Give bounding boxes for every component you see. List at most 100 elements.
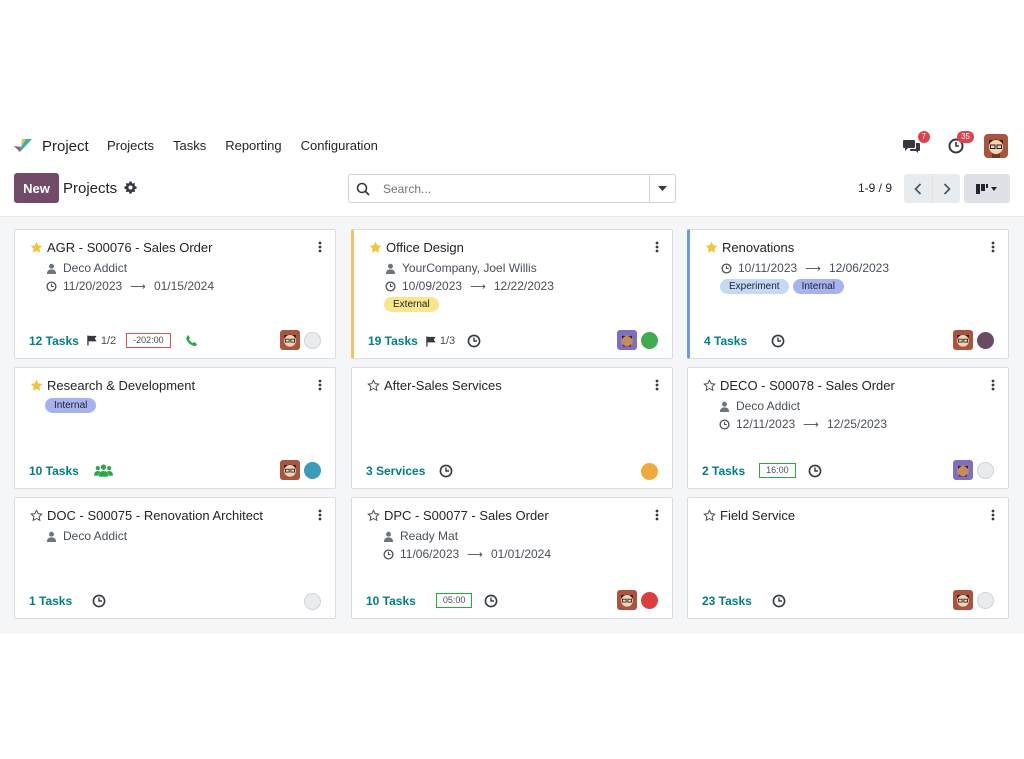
clock-icon[interactable] — [808, 464, 822, 478]
menu-projects[interactable]: Projects — [107, 138, 154, 153]
star-outline-icon[interactable] — [367, 509, 380, 522]
project-card[interactable]: AGR - S00076 - Sales Order Deco Addict 1… — [14, 229, 336, 359]
pager-previous-button[interactable] — [904, 174, 932, 203]
milestone-progress[interactable]: 1/2 — [87, 335, 116, 347]
new-button[interactable]: New — [14, 173, 59, 203]
main-navbar: Project Projects Tasks Reporting Configu… — [0, 128, 1024, 164]
status-indicator[interactable] — [304, 331, 321, 349]
star-filled-icon[interactable] — [30, 379, 43, 392]
status-indicator[interactable] — [977, 591, 994, 609]
messages-button[interactable]: 7 — [898, 131, 930, 159]
kebab-menu-icon[interactable] — [991, 509, 995, 521]
search-input[interactable] — [377, 175, 649, 202]
user-icon — [46, 263, 57, 274]
tasks-link[interactable]: 23 Tasks — [702, 594, 752, 608]
status-indicator[interactable] — [304, 461, 321, 479]
project-title: DPC - S00077 - Sales Order — [367, 508, 549, 523]
assignee-avatar[interactable] — [617, 590, 637, 610]
kanban-view-switcher[interactable] — [964, 174, 1010, 203]
menu-reporting[interactable]: Reporting — [225, 138, 281, 153]
star-outline-icon[interactable] — [703, 379, 716, 392]
status-indicator[interactable] — [977, 461, 994, 479]
star-filled-icon[interactable] — [369, 241, 382, 254]
tasks-link[interactable]: 12 Tasks — [29, 334, 79, 348]
status-indicator[interactable] — [977, 331, 994, 349]
clock-icon — [721, 262, 732, 274]
assignee-avatar[interactable] — [617, 330, 637, 350]
kebab-menu-icon[interactable] — [655, 509, 659, 521]
clock-icon[interactable] — [772, 594, 786, 608]
status-indicator[interactable] — [641, 331, 658, 349]
kanban-view: AGR - S00076 - Sales Order Deco Addict 1… — [0, 216, 1024, 634]
clock-icon[interactable] — [771, 334, 785, 348]
assignee-avatar[interactable] — [953, 330, 973, 350]
project-card[interactable]: Field Service 23 Tasks — [687, 497, 1009, 619]
project-card[interactable]: DPC - S00077 - Sales Order Ready Mat 11/… — [351, 497, 673, 619]
kebab-menu-icon[interactable] — [655, 379, 659, 391]
clock-icon — [46, 280, 57, 292]
status-indicator[interactable] — [641, 591, 658, 609]
star-outline-icon[interactable] — [367, 379, 380, 392]
phone-icon[interactable] — [185, 334, 198, 347]
kebab-menu-icon[interactable] — [991, 379, 995, 391]
card-footer: 10 Tasks — [29, 463, 113, 478]
kebab-menu-icon[interactable] — [991, 241, 995, 253]
tasks-link[interactable]: 10 Tasks — [29, 464, 79, 478]
menu-configuration[interactable]: Configuration — [301, 138, 378, 153]
tasks-link[interactable]: 2 Tasks — [702, 464, 745, 478]
kebab-menu-icon[interactable] — [318, 379, 322, 391]
star-filled-icon[interactable] — [30, 241, 43, 254]
gear-icon[interactable] — [124, 181, 137, 194]
project-card[interactable]: DECO - S00078 - Sales Order Deco Addict … — [687, 367, 1009, 489]
user-avatar[interactable] — [984, 134, 1008, 158]
project-dates: 10/11/2023 ⟶ 12/06/2023 — [721, 261, 889, 275]
clock-icon[interactable] — [484, 594, 498, 608]
app-name: Project — [42, 137, 89, 155]
star-outline-icon[interactable] — [30, 509, 43, 522]
menu-tasks[interactable]: Tasks — [173, 138, 206, 153]
tasks-link[interactable]: 3 Services — [366, 464, 425, 478]
clock-icon[interactable] — [439, 464, 453, 478]
project-card[interactable]: After-Sales Services 3 Services — [351, 367, 673, 489]
clock-icon[interactable] — [92, 594, 106, 608]
allocated-time-badge: 05:00 — [435, 593, 473, 608]
tasks-link[interactable]: 4 Tasks — [704, 334, 747, 348]
project-customer: Ready Mat — [383, 529, 458, 543]
assignee-avatar[interactable] — [280, 460, 300, 480]
project-title: After-Sales Services — [367, 378, 502, 393]
users-icon[interactable] — [93, 463, 113, 478]
top-menu: Projects Tasks Reporting Configuration — [107, 138, 397, 153]
project-card[interactable]: DOC - S00075 - Renovation Architect Deco… — [14, 497, 336, 619]
search-options-toggle[interactable] — [649, 175, 675, 202]
project-dates: 10/09/2023 ⟶ 12/22/2023 — [385, 279, 554, 293]
pager-value[interactable]: 1-9 / 9 — [858, 181, 892, 195]
assignee-avatar[interactable] — [953, 590, 973, 610]
activities-button[interactable]: 35 — [942, 131, 974, 159]
kebab-menu-icon[interactable] — [318, 241, 322, 253]
card-footer: 12 Tasks 1/2 -202:00 — [29, 333, 198, 348]
assignee-avatar[interactable] — [953, 460, 973, 480]
clock-icon — [719, 418, 730, 430]
project-card[interactable]: Office Design YourCompany, Joel Willis 1… — [351, 229, 673, 359]
tasks-link[interactable]: 1 Tasks — [29, 594, 72, 608]
status-indicator[interactable] — [641, 463, 658, 480]
star-outline-icon[interactable] — [703, 509, 716, 522]
project-title: Research & Development — [30, 378, 195, 393]
pager-next-button[interactable] — [932, 174, 960, 203]
clock-icon[interactable] — [467, 334, 481, 348]
project-dates: 11/20/2023 ⟶ 01/15/2024 — [46, 279, 214, 293]
status-indicator[interactable] — [304, 593, 321, 610]
kebab-menu-icon[interactable] — [655, 241, 659, 253]
project-card[interactable]: Renovations 10/11/2023 ⟶ 12/06/2023 Expe… — [687, 229, 1009, 359]
project-name: Renovations — [722, 240, 795, 255]
app-brand[interactable]: Project — [12, 135, 89, 157]
tasks-link[interactable]: 10 Tasks — [366, 594, 416, 608]
kebab-menu-icon[interactable] — [318, 509, 322, 521]
project-name: DECO - S00078 - Sales Order — [720, 378, 895, 393]
milestone-progress[interactable]: 1/3 — [426, 335, 455, 347]
tasks-link[interactable]: 19 Tasks — [368, 334, 418, 348]
assignee-avatar[interactable] — [280, 330, 300, 350]
star-filled-icon[interactable] — [705, 241, 718, 254]
project-card[interactable]: Research & Development Internal 10 Tasks — [14, 367, 336, 489]
project-tags: Internal — [45, 398, 97, 413]
